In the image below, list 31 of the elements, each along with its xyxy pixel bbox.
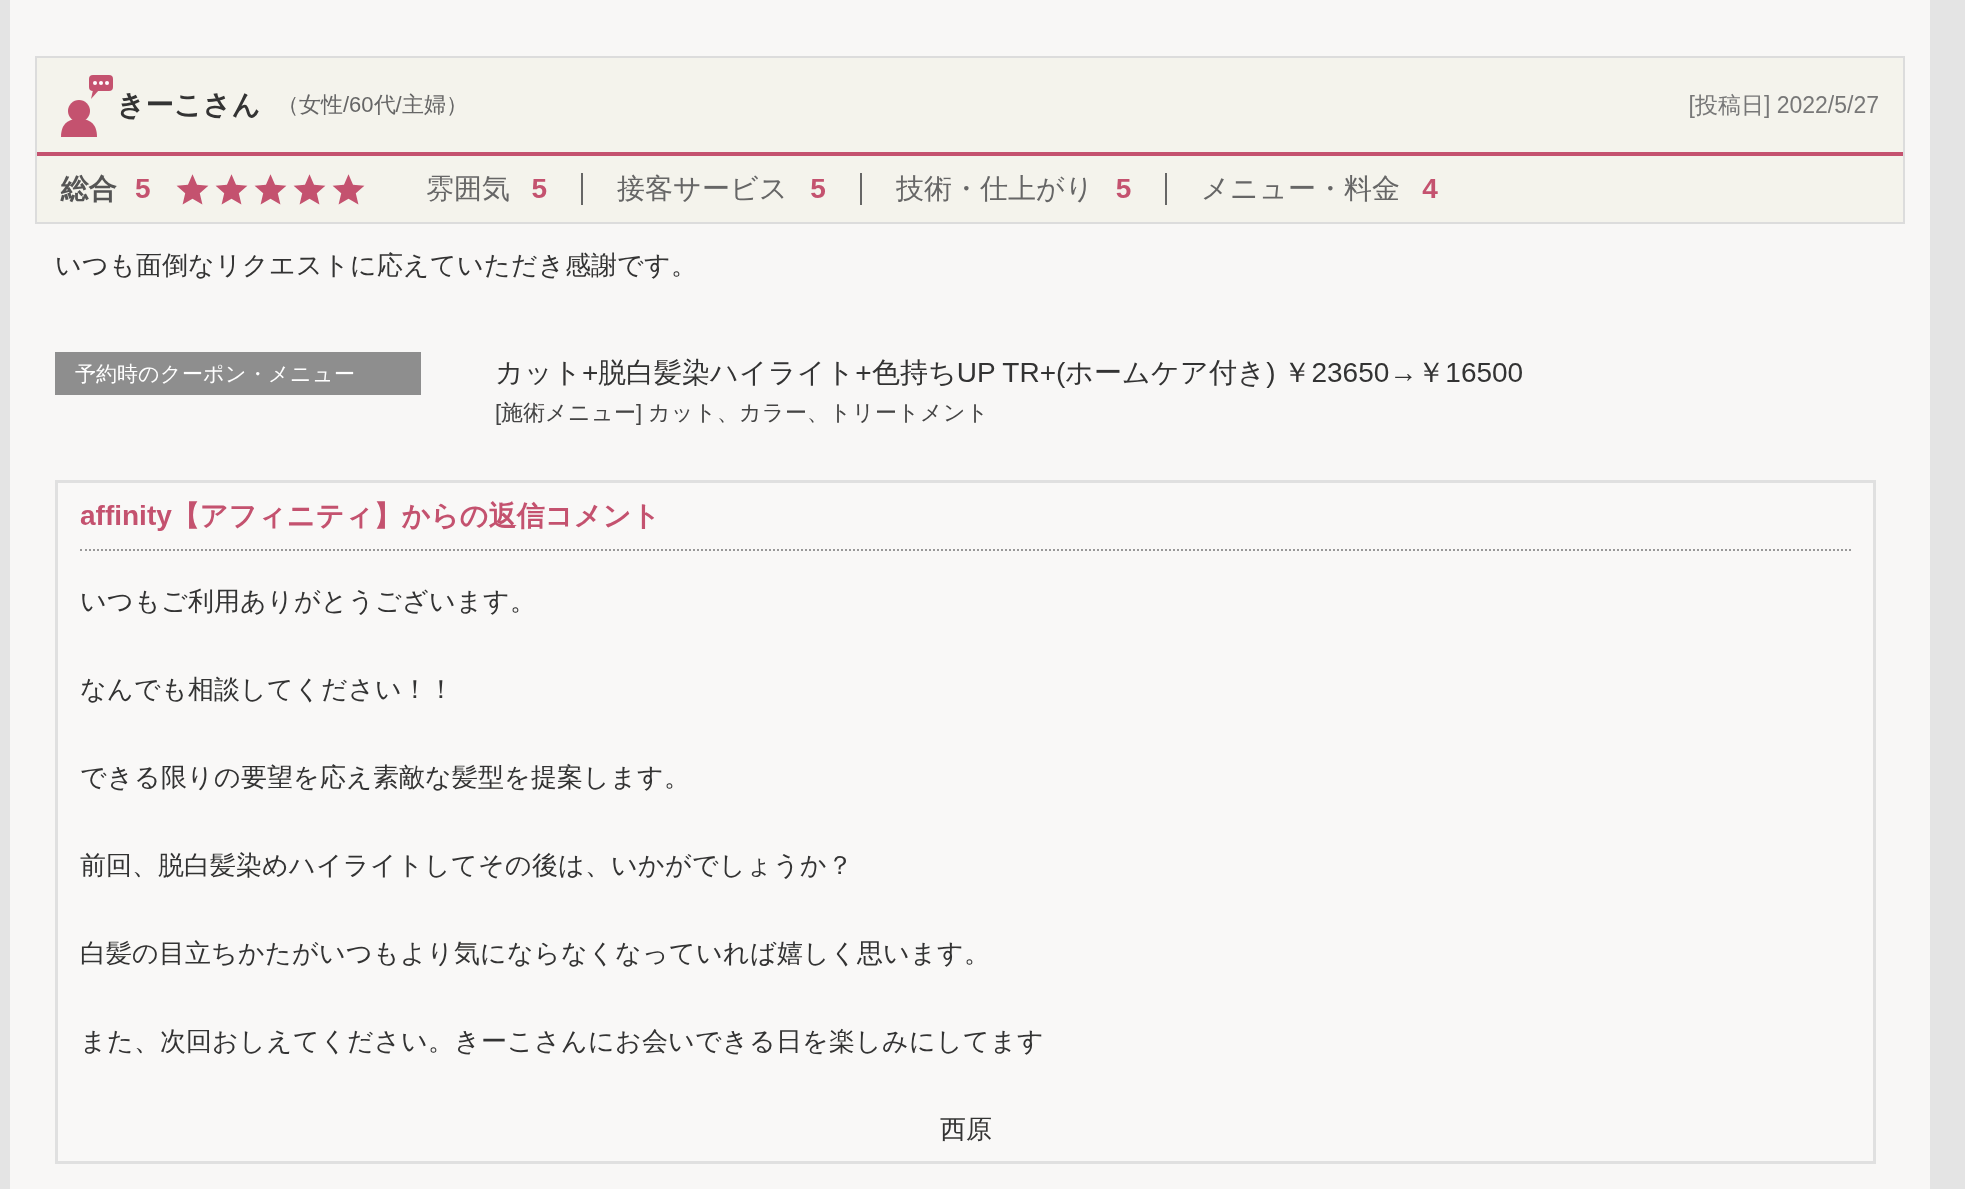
rating-label: 雰囲気 xyxy=(425,172,510,206)
overall-label: 総合 xyxy=(61,172,117,206)
star-icon xyxy=(330,171,366,207)
star-icon xyxy=(291,171,327,207)
user-comment-icon xyxy=(59,73,113,137)
reply-signature: 西原 xyxy=(938,1113,993,1146)
rating-score: 5 xyxy=(1115,173,1132,205)
overall-score: 5 xyxy=(135,173,151,205)
reply-paragraph: なんでも相談してください！！ xyxy=(80,673,455,706)
review-comment: いつも面倒なリクエストに応えていただき感謝です。 xyxy=(54,249,698,282)
star-icon xyxy=(252,171,288,207)
post-date: [投稿日] 2022/5/27 xyxy=(1688,90,1879,120)
star-icon xyxy=(174,171,210,207)
reviewer-profile: （女性/60代/主婦） xyxy=(277,91,468,119)
rating-label: メニュー・料金 xyxy=(1201,172,1401,206)
star-icon xyxy=(213,171,249,207)
rating-score: 5 xyxy=(810,173,826,205)
rating-label: 技術・仕上がり xyxy=(895,172,1094,206)
rating-label: 接客サービス xyxy=(617,172,789,206)
reply-paragraph: また、次回おしえてください。きーこさんにお会いできる日を楽しみにしてます xyxy=(80,1025,1045,1058)
rating-score: 5 xyxy=(531,173,548,205)
reply-title: affinity【アフィニティ】からの返信コメント xyxy=(80,497,1851,551)
reply-paragraph: できる限りの要望を応え素敵な髪型を提案します。 xyxy=(80,761,691,794)
reply-paragraph: 白髪の目立ちかたがいつもより気にならなくなっていれば嬉しく思います。 xyxy=(80,937,991,970)
rating-score: 4 xyxy=(1422,173,1438,205)
reply-paragraph: いつもご利用ありがとうございます。 xyxy=(80,585,537,618)
reply-paragraph: 前回、脱白髪染めハイライトしてその後は、いかがでしょうか？ xyxy=(80,849,854,882)
coupon-title: カット+脱白髪染ハイライト+色持ちUP TR+(ホームケア付き) ￥23650→￥16500 xyxy=(495,356,1524,390)
treatment-menu: [施術メニュー] カット、カラー、トリートメント xyxy=(495,398,1524,428)
coupon-label: 予約時のクーポン・メニュー xyxy=(55,352,421,395)
reviewer-name: きーこさん xyxy=(117,88,261,122)
